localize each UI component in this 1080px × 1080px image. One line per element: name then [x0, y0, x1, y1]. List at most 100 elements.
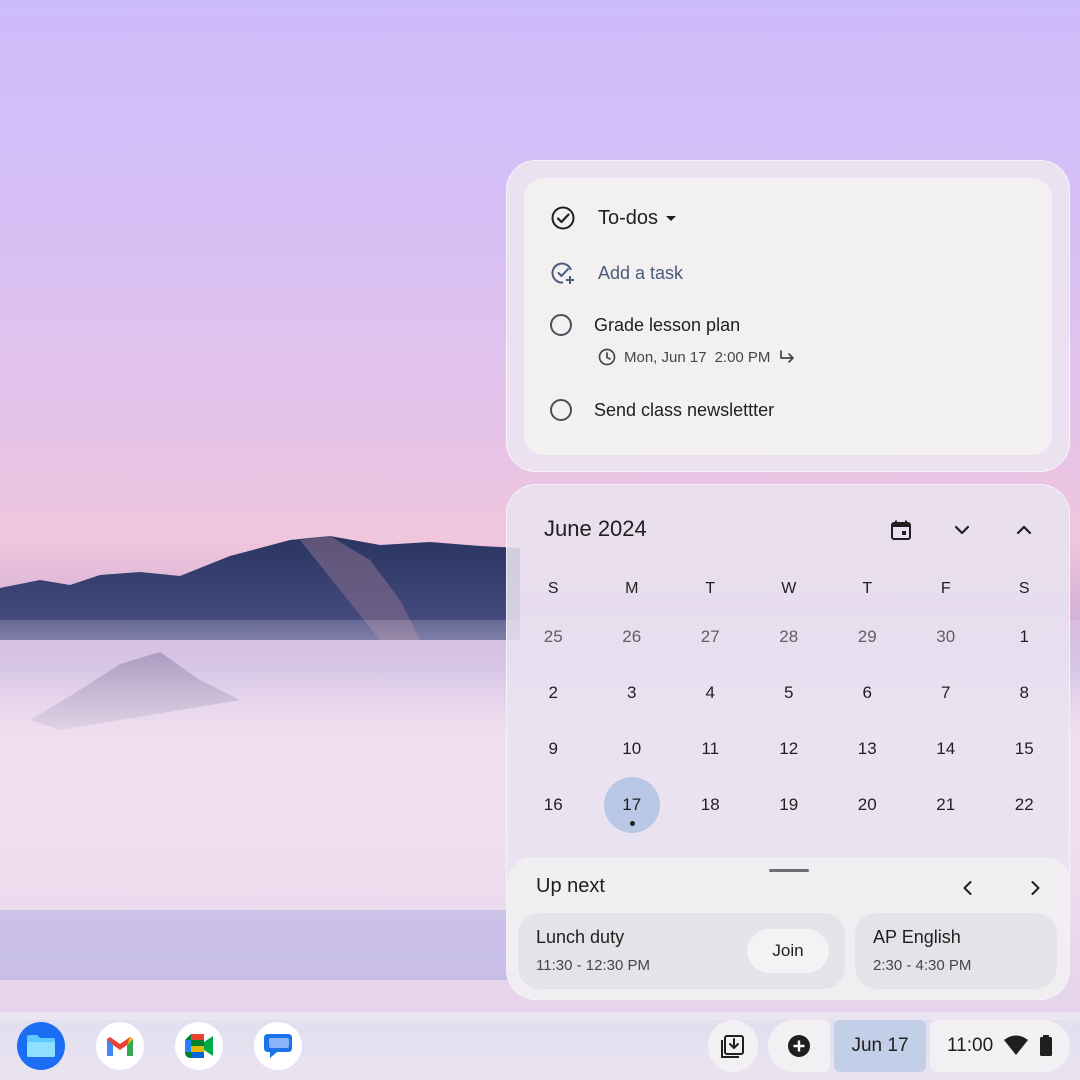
calendar-day[interactable]: 27 [671, 609, 750, 665]
calendar-day[interactable]: 22 [985, 777, 1064, 833]
calendar-day[interactable]: 13 [828, 721, 907, 777]
calendar-day[interactable]: 25 [514, 609, 593, 665]
calendar-day[interactable]: 14 [907, 721, 986, 777]
chevron-right-icon [1031, 881, 1040, 895]
calendar-week: 25 26 27 28 29 30 1 [514, 609, 1064, 665]
weekday-header: S M T W T F S [514, 569, 1064, 609]
calendar-day[interactable]: 3 [593, 665, 672, 721]
next-event-button[interactable] [1022, 875, 1048, 901]
date-tray-button[interactable]: Jun 17 [834, 1020, 926, 1072]
weekday-label: F [940, 580, 951, 597]
event-dot [629, 821, 635, 826]
event-title: Lunch duty [536, 927, 625, 947]
calendar-week: 16 17 18 19 20 21 22 [514, 777, 1064, 833]
check-circle-icon [551, 206, 575, 230]
messages-app[interactable] [254, 1022, 302, 1070]
calendar-day[interactable]: 6 [828, 665, 907, 721]
calendar-icon [891, 520, 911, 540]
calendar-day[interactable]: 5 [750, 665, 829, 721]
task-due-date: Mon, Jun 17 [624, 348, 707, 366]
next-month-button[interactable] [947, 515, 977, 545]
battery-icon [1040, 1035, 1053, 1056]
event-title: AP English [873, 927, 961, 947]
calendar-day[interactable]: 29 [828, 609, 907, 665]
calendar-day[interactable]: 15 [985, 721, 1064, 777]
add-task-icon [551, 262, 574, 284]
calendar-day[interactable]: 12 [750, 721, 829, 777]
clock-icon [598, 348, 616, 366]
meet-app[interactable] [175, 1022, 223, 1070]
task-label: Send class newslettter [594, 399, 775, 420]
clock-time: 11:00 [947, 1035, 994, 1056]
add-task-button[interactable]: Add a task [550, 260, 683, 286]
calendar-day[interactable]: 19 [750, 777, 829, 833]
weekday-label: S [1018, 580, 1030, 597]
gmail-app[interactable] [96, 1022, 144, 1070]
calendar-day[interactable]: 8 [985, 665, 1064, 721]
calendar-day[interactable]: 28 [750, 609, 829, 665]
files-app[interactable] [17, 1022, 65, 1070]
join-button[interactable]: Join [747, 929, 829, 973]
calendar-day[interactable]: 30 [907, 609, 986, 665]
calendar-day[interactable]: 1 [985, 609, 1064, 665]
task-checkbox[interactable] [550, 399, 572, 421]
event-time: 11:30 - 12:30 PM [536, 957, 650, 974]
weekday-label: W [781, 580, 797, 597]
task-checkbox[interactable] [550, 314, 572, 336]
date-label: Jun 17 [851, 1035, 909, 1056]
calendar-day[interactable]: 7 [907, 665, 986, 721]
chevron-down-icon [954, 525, 970, 535]
meet-icon [185, 1034, 213, 1058]
wifi-icon [1004, 1035, 1029, 1055]
calendar-week: 2 3 4 5 6 7 8 [514, 665, 1064, 721]
calendar-day-today[interactable]: 17 [593, 777, 672, 833]
calendar-panel: June 2024 S M T W T F S 25 26 27 28 29 3… [506, 484, 1070, 1000]
calendar-week: 9 10 11 12 13 14 15 [514, 721, 1064, 777]
caret-down-icon [666, 215, 677, 221]
task-item[interactable]: Send class newslettter [550, 399, 774, 421]
up-next-sheet: Up next Lunch duty 11:30 - 12:30 PM Join… [507, 857, 1069, 999]
status-area-button[interactable]: 11:00 [930, 1020, 1070, 1072]
shelf: Jun 17 11:00 [0, 1012, 1080, 1080]
tasks-list-selector[interactable]: To-dos [550, 204, 677, 232]
holding-space-button[interactable] [708, 1020, 758, 1072]
reply-arrow-icon [780, 350, 795, 363]
drag-handle[interactable] [769, 869, 809, 872]
add-circle-icon [788, 1035, 810, 1057]
calendar-day[interactable]: 9 [514, 721, 593, 777]
up-next-title: Up next [536, 875, 605, 897]
calendar-day[interactable]: 26 [593, 609, 672, 665]
open-calendar-button[interactable] [886, 515, 916, 545]
calendar-day[interactable]: 20 [828, 777, 907, 833]
calendar-day[interactable]: 11 [671, 721, 750, 777]
calendar-month: June 2024 [544, 516, 647, 541]
event-card[interactable]: AP English 2:30 - 4:30 PM [855, 913, 1057, 989]
calendar-grid: S M T W T F S 25 26 27 28 29 30 1 2 3 4 … [514, 569, 1064, 833]
tasks-panel: To-dos Add a task Grade lesson plan Mon,… [506, 160, 1070, 472]
quick-add-button[interactable] [768, 1020, 830, 1072]
weekday-label: T [862, 580, 873, 597]
add-task-label: Add a task [598, 262, 684, 283]
calendar-day[interactable]: 4 [671, 665, 750, 721]
calendar-day[interactable]: 2 [514, 665, 593, 721]
calendar-day[interactable]: 18 [671, 777, 750, 833]
messages-icon [264, 1034, 292, 1058]
calendar-day[interactable]: 10 [593, 721, 672, 777]
downloads-icon [721, 1035, 744, 1058]
task-due-time: 2:00 PM [714, 348, 771, 366]
tasks-card: To-dos Add a task Grade lesson plan Mon,… [524, 178, 1052, 455]
previous-event-button[interactable] [955, 875, 981, 901]
weekday-label: S [547, 580, 559, 597]
task-item[interactable]: Grade lesson plan [550, 314, 740, 336]
chevron-left-icon [963, 881, 972, 895]
event-card[interactable]: Lunch duty 11:30 - 12:30 PM Join [518, 913, 845, 989]
gmail-icon [107, 1037, 133, 1056]
calendar-day[interactable]: 16 [514, 777, 593, 833]
previous-month-button[interactable] [1009, 515, 1039, 545]
calendar-day[interactable]: 21 [907, 777, 986, 833]
files-icon [27, 1035, 55, 1057]
task-label: Grade lesson plan [594, 314, 741, 335]
tasks-title: To-dos [598, 206, 659, 229]
chevron-up-icon [1016, 525, 1032, 535]
task-due: Mon, Jun 17 2:00 PM [598, 348, 798, 366]
